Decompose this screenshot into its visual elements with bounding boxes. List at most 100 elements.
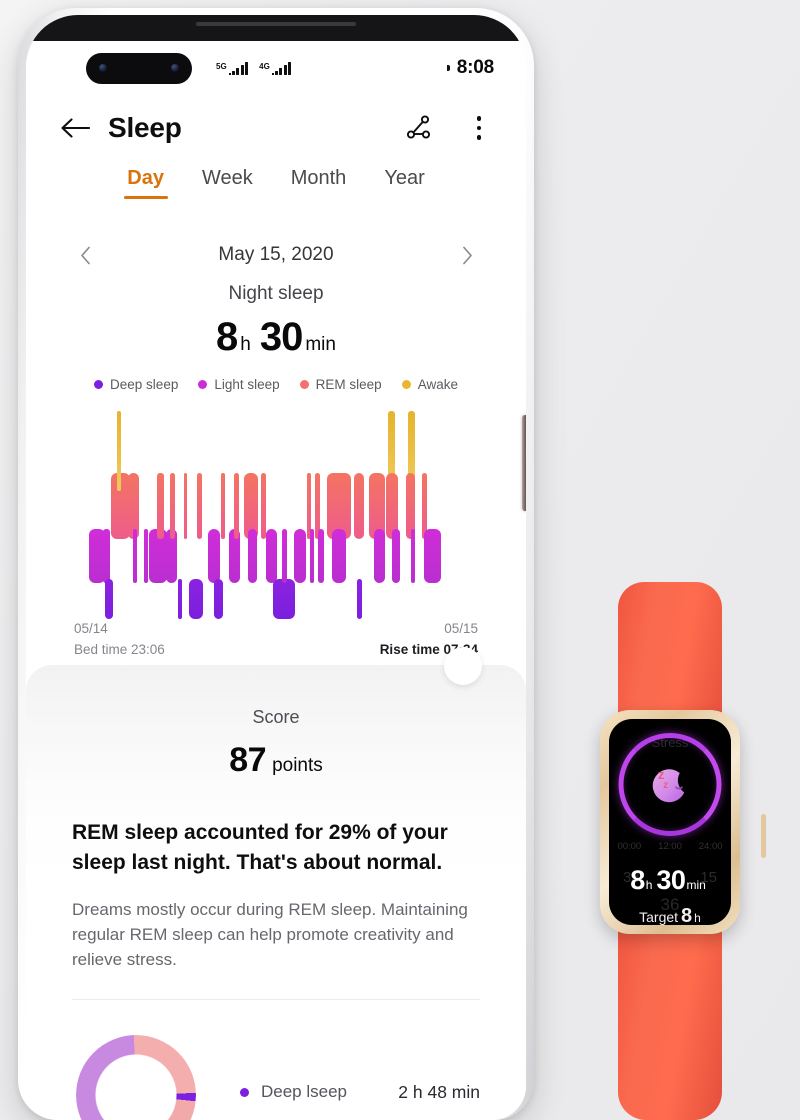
earpiece-speaker xyxy=(196,22,356,26)
tab-day[interactable]: Day xyxy=(127,167,164,199)
phone-screen: 5G 4G 8:08 Sleep Day Week Month Year May… xyxy=(26,15,526,1120)
current-date-label: May 15, 2020 xyxy=(218,244,334,265)
signal-dot xyxy=(228,72,231,75)
signal-5g-label: 5G xyxy=(216,61,227,71)
watch-hours-value: 8 xyxy=(630,865,645,895)
bed-time-value: Bed time 23:06 xyxy=(74,641,165,657)
sleep-breakdown-section: Deep lseep 2 h 48 min Light sleep3 h 13 mi… xyxy=(26,1023,526,1120)
watch-hours-unit: h xyxy=(645,878,653,892)
back-button[interactable] xyxy=(56,109,94,147)
hypnogram-segment xyxy=(197,473,202,539)
hypnogram-segment xyxy=(117,411,121,491)
signal-5g-icon: 5G xyxy=(216,61,249,75)
watch-target-label: Target xyxy=(639,909,679,925)
hypnogram-segment xyxy=(170,473,175,539)
app-header: Sleep xyxy=(26,95,526,161)
legend-label: REM sleep xyxy=(315,377,382,392)
hypnogram-segment xyxy=(411,529,415,583)
watch-axis-tick-2: 24:00 xyxy=(698,841,723,852)
watch-target-unit: h xyxy=(694,911,701,925)
signal-bars xyxy=(231,61,249,75)
insight-headline: REM sleep accounted for 29% of your slee… xyxy=(72,821,448,874)
signal-bars xyxy=(274,61,292,75)
breakdown-label: Deep lseep xyxy=(261,1082,348,1101)
page-title: Sleep xyxy=(108,112,182,143)
hypnogram-segment xyxy=(208,529,220,583)
camera-lens xyxy=(99,64,107,72)
status-bar: 5G 4G 8:08 xyxy=(26,41,526,95)
watch-target-value: 8 xyxy=(681,905,693,925)
chart-legend: Deep sleep Light sleep REM sleep Awake xyxy=(26,377,526,392)
tab-year[interactable]: Year xyxy=(384,167,424,199)
legend-label: Deep sleep xyxy=(110,377,179,392)
signal-4g-icon: 4G xyxy=(259,61,292,75)
hypnogram-segment xyxy=(214,579,223,619)
hypnogram-segment xyxy=(357,579,362,619)
sleep-minutes-unit: min xyxy=(305,334,336,355)
legend-item-light-sleep: Light sleep xyxy=(198,377,280,392)
hypnogram-segment xyxy=(248,529,257,583)
bed-time-date: 05/14 xyxy=(74,621,108,636)
period-tab-bar: Day Week Month Year xyxy=(26,167,526,199)
sleep-minutes-value: 30 xyxy=(259,315,303,359)
watch-axis-tick-1: 12:00 xyxy=(658,841,682,852)
rise-time-date: 05/15 xyxy=(444,621,478,636)
back-arrow-icon xyxy=(61,118,90,138)
sleeping-moon-icon: z z xyxy=(652,767,685,803)
status-bar-clock: 8:08 xyxy=(456,57,494,78)
hypnogram-segment xyxy=(157,473,164,539)
phone-side-button[interactable] xyxy=(522,415,526,511)
svg-text:z: z xyxy=(663,780,668,791)
hypnogram-segment xyxy=(294,529,306,583)
hypnogram-segment xyxy=(424,529,441,583)
overflow-menu-button[interactable] xyxy=(462,111,496,145)
share-icon xyxy=(406,115,431,139)
score-card: Score 87 points REM sleep accounted for 2… xyxy=(26,647,526,1120)
card-drag-handle[interactable] xyxy=(444,647,482,685)
watch-sleep-duration: 8h 30min xyxy=(609,865,731,896)
watch-side-button[interactable] xyxy=(761,814,766,858)
hypnogram-segment xyxy=(318,529,324,583)
tab-month[interactable]: Month xyxy=(291,167,347,199)
breakdown-value: 2 h 48 min xyxy=(398,1081,480,1102)
score-value: 87 points xyxy=(26,741,526,780)
breakdown-row: Light sleep3 h 13 min xyxy=(240,1113,480,1120)
hypnogram-segment xyxy=(392,529,400,583)
date-navigator: May 15, 2020 xyxy=(26,237,526,273)
watch-axis-tick-0: 00:00 xyxy=(617,841,642,852)
share-button[interactable] xyxy=(402,111,436,145)
insight-body: Dreams mostly occur during REM sleep. Ma… xyxy=(72,899,468,969)
hypnogram-segment xyxy=(266,529,277,583)
donut-ring xyxy=(76,1035,196,1120)
legend-label: Awake xyxy=(417,377,458,392)
hypnogram-segment xyxy=(374,529,385,583)
sleep-summary: Night sleep 8 h 30 min xyxy=(26,283,526,360)
signal-indicators: 5G 4G xyxy=(216,61,292,75)
watch-ghost-axis: 00:00 12:00 24:00 xyxy=(609,841,731,852)
smart-band-device: Stress 00:00 12:00 24:00 33 15 36 z z 8h… xyxy=(578,582,766,1120)
sleep-hypnogram-chart[interactable] xyxy=(86,411,506,619)
bed-time-block: 05/14 Bed time 23:06 xyxy=(74,619,165,661)
hypnogram-segment xyxy=(184,473,187,539)
hypnogram-segment xyxy=(273,579,295,619)
header-actions xyxy=(402,111,496,145)
legend-color-dot xyxy=(94,380,104,389)
score-label: Score xyxy=(252,707,300,727)
watch-screen: Stress 00:00 12:00 24:00 33 15 36 z z 8h… xyxy=(609,719,731,925)
previous-day-button[interactable] xyxy=(72,242,98,268)
chevron-right-icon xyxy=(462,246,472,264)
tab-week[interactable]: Week xyxy=(202,167,253,199)
legend-item-deep-sleep: Deep sleep xyxy=(94,377,178,392)
night-sleep-label: Night sleep xyxy=(228,283,324,304)
signal-4g-label: 4G xyxy=(259,61,270,71)
score-block: Score 87 points xyxy=(26,665,526,780)
watch-minutes-unit: min xyxy=(686,878,706,892)
hypnogram-segment xyxy=(189,579,203,619)
next-day-button[interactable] xyxy=(454,242,480,268)
hypnogram-segment xyxy=(221,473,225,539)
sleep-hours-unit: h xyxy=(240,334,251,355)
legend-color-dot xyxy=(401,380,411,389)
signal-dot xyxy=(271,72,274,75)
hypnogram-segment xyxy=(332,529,346,583)
score-unit: points xyxy=(272,755,323,776)
